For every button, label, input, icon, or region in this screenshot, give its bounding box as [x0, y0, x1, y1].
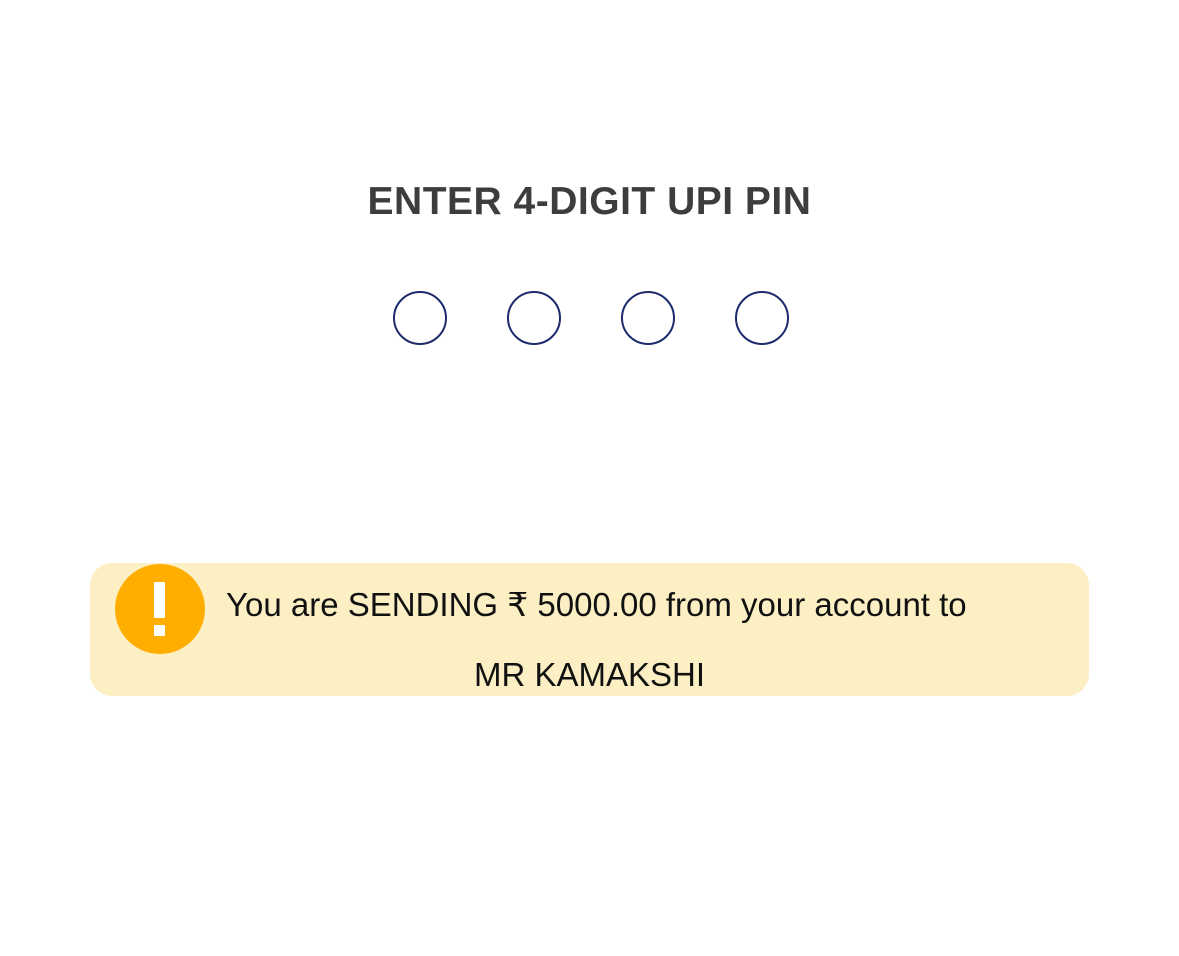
pin-input[interactable] — [393, 291, 793, 349]
exclamation-bar — [154, 582, 165, 618]
payment-warning-banner: You are SENDING ₹ 5000.00 from your acco… — [90, 563, 1089, 696]
upi-pin-screen: ENTER 4-DIGIT UPI PIN You are SENDING ₹ … — [0, 0, 1179, 956]
exclamation-dot — [154, 625, 165, 636]
pin-digit-4[interactable] — [735, 291, 789, 345]
payee-name: MR KAMAKSHI — [473, 656, 706, 693]
warning-message: You are SENDING ₹ 5000.00 from your acco… — [226, 586, 967, 623]
pin-digit-1[interactable] — [393, 291, 447, 345]
exclamation-icon — [115, 564, 205, 654]
pin-title: ENTER 4-DIGIT UPI PIN — [367, 180, 812, 223]
pin-digit-2[interactable] — [507, 291, 561, 345]
pin-digit-3[interactable] — [621, 291, 675, 345]
